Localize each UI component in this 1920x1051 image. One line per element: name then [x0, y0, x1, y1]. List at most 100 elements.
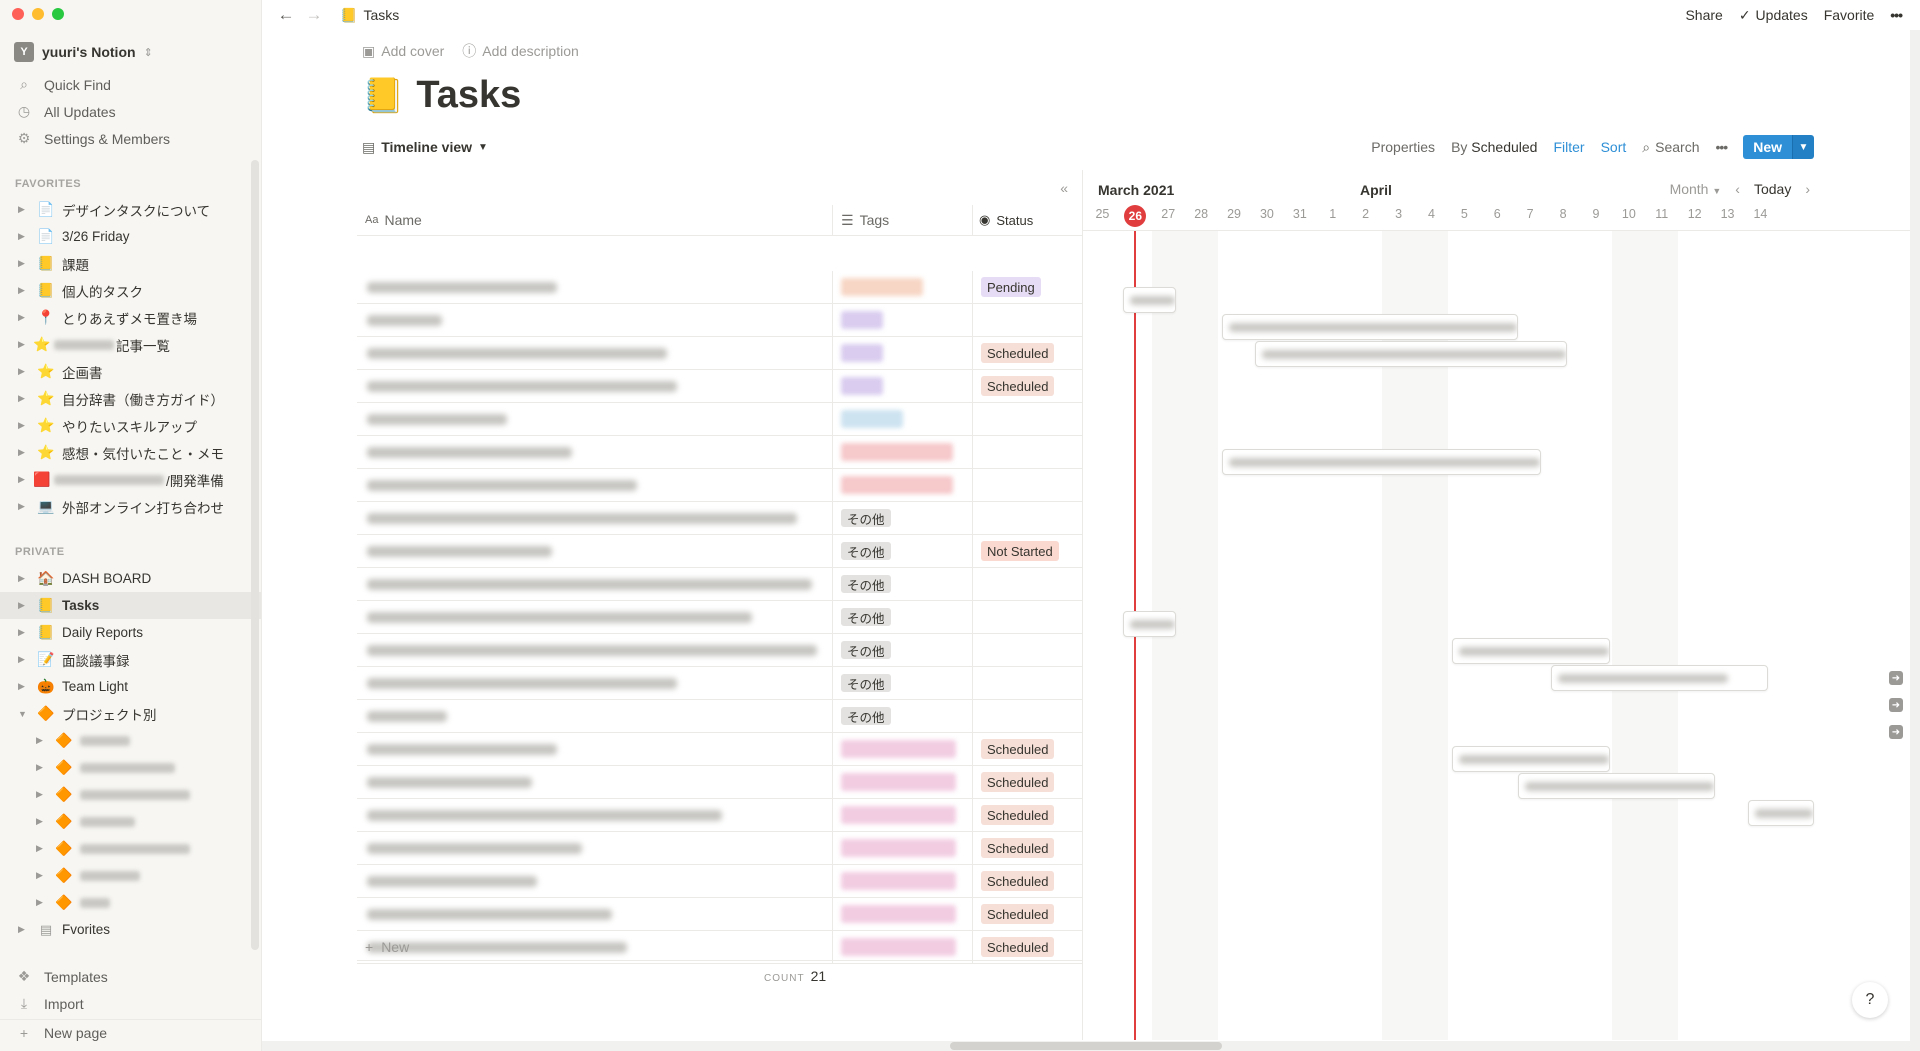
sidebar-scrollbar[interactable] — [251, 160, 259, 950]
cell-status[interactable]: Not Started — [973, 535, 1082, 568]
new-row-button[interactable]: + New — [357, 933, 1082, 961]
table-row[interactable]: Scheduled — [357, 765, 1082, 799]
cell-status[interactable] — [973, 601, 1082, 634]
cell-tags[interactable] — [833, 303, 973, 337]
cell-tags[interactable] — [833, 468, 973, 502]
cell-status[interactable]: Pending — [973, 271, 1082, 304]
sidebar-import-button[interactable]: ⤓ Import — [0, 990, 261, 1017]
caret-right-icon[interactable]: ▶ — [36, 870, 48, 881]
cell-name[interactable] — [357, 897, 833, 931]
caret-right-icon[interactable]: ▶ — [18, 654, 30, 665]
table-row[interactable]: Scheduled — [357, 897, 1082, 931]
column-header-status[interactable]: ◉ Status — [973, 205, 1082, 236]
sidebar-nav-all-updates[interactable]: ◷ All Updates — [0, 98, 261, 125]
caret-right-icon[interactable]: ▶ — [18, 474, 30, 485]
close-window-button[interactable] — [12, 8, 24, 20]
cell-name[interactable] — [357, 468, 833, 502]
table-row[interactable]: Scheduled — [357, 831, 1082, 865]
cell-status[interactable] — [973, 568, 1082, 601]
timeline-bar[interactable] — [1254, 341, 1568, 367]
cell-status[interactable] — [973, 469, 1082, 502]
sidebar-page-item[interactable]: ▶ 🔶 — [0, 889, 261, 916]
sidebar-page-item[interactable]: ▶ ⭐ 感想・気付いたこと・メモ — [0, 439, 261, 466]
table-row[interactable]: Pending — [357, 270, 1082, 304]
table-row[interactable]: その他 — [357, 666, 1082, 700]
table-row[interactable] — [357, 435, 1082, 469]
caret-down-icon[interactable]: ▼ — [18, 709, 30, 719]
sidebar-page-item[interactable]: ▶ 🏠 DASH BOARD — [0, 565, 261, 592]
timeline-bar[interactable] — [1451, 746, 1610, 772]
workspace-switcher[interactable]: Y yuuri's Notion ⇕ — [14, 40, 251, 64]
cell-tags[interactable]: その他 — [833, 600, 973, 634]
updates-button[interactable]: ✓ Updates — [1739, 7, 1808, 24]
page-emoji-icon[interactable]: 📒 — [362, 76, 404, 116]
table-row[interactable]: その他 — [357, 501, 1082, 535]
caret-right-icon[interactable]: ▶ — [18, 627, 30, 638]
caret-right-icon[interactable]: ▶ — [36, 762, 48, 773]
chevron-down-icon[interactable]: ▼ — [1792, 135, 1814, 159]
cell-name[interactable] — [357, 303, 833, 337]
caret-right-icon[interactable]: ▶ — [18, 258, 30, 269]
cell-status[interactable] — [973, 634, 1082, 667]
add-cover-button[interactable]: ▣ Add cover — [362, 43, 444, 60]
caret-right-icon[interactable]: ▶ — [18, 285, 30, 296]
sort-button[interactable]: Sort — [1601, 139, 1627, 155]
cell-status[interactable] — [973, 403, 1082, 436]
timeline-bar[interactable] — [1517, 773, 1716, 799]
caret-right-icon[interactable]: ▶ — [18, 573, 30, 584]
table-row[interactable]: その他 Not Started — [357, 534, 1082, 568]
timeline-bar[interactable] — [1122, 287, 1176, 313]
sidebar-page-item[interactable]: ▶ 📒 Tasks — [0, 592, 261, 619]
add-description-button[interactable]: ⓘ Add description — [462, 41, 579, 61]
sidebar-page-item[interactable]: ▶ 💻 外部オンライン打ち合わせ — [0, 493, 261, 520]
cell-tags[interactable]: その他 — [833, 534, 973, 568]
sidebar-nav-quick-find[interactable]: ⌕ Quick Find — [0, 71, 261, 98]
caret-right-icon[interactable]: ▶ — [18, 204, 30, 215]
cell-name[interactable] — [357, 435, 833, 469]
table-row[interactable]: Scheduled — [357, 864, 1082, 898]
caret-right-icon[interactable]: ▶ — [18, 366, 30, 377]
sidebar-page-item[interactable]: ▶ 📒 個人的タスク — [0, 277, 261, 304]
sidebar-page-item[interactable]: ▶ 🔶 — [0, 808, 261, 835]
cell-tags[interactable] — [833, 798, 973, 832]
caret-right-icon[interactable]: ▶ — [18, 393, 30, 404]
share-button[interactable]: Share — [1685, 7, 1722, 23]
cell-name[interactable] — [357, 600, 833, 634]
cell-status[interactable]: Scheduled — [973, 766, 1082, 799]
cell-name[interactable] — [357, 765, 833, 799]
minimize-window-button[interactable] — [32, 8, 44, 20]
sidebar-nav-settings-members[interactable]: ⚙ Settings & Members — [0, 125, 261, 152]
caret-right-icon[interactable]: ▶ — [36, 843, 48, 854]
breadcrumb[interactable]: 📒 Tasks — [340, 7, 399, 24]
cell-status[interactable] — [973, 502, 1082, 535]
table-row[interactable] — [357, 468, 1082, 502]
sidebar-page-item[interactable]: ▶ ⭐ やりたいスキルアップ — [0, 412, 261, 439]
cell-tags[interactable] — [833, 831, 973, 865]
cell-status[interactable]: Scheduled — [973, 865, 1082, 898]
cell-tags[interactable]: その他 — [833, 567, 973, 601]
sidebar-page-item[interactable]: ▶ ⭐ 企画書 — [0, 358, 261, 385]
sidebar-page-item[interactable]: ▶ 📒 Daily Reports — [0, 619, 261, 646]
cell-tags[interactable] — [833, 402, 973, 436]
timeline-bar[interactable] — [1221, 449, 1541, 475]
sidebar-page-item[interactable]: ▶ 🔶 — [0, 754, 261, 781]
new-record-button[interactable]: New — [1743, 135, 1792, 159]
cell-name[interactable] — [357, 402, 833, 436]
properties-button[interactable]: Properties — [1371, 139, 1435, 155]
table-row[interactable]: その他 — [357, 600, 1082, 634]
cell-status[interactable] — [973, 667, 1082, 700]
caret-right-icon[interactable]: ▶ — [18, 339, 30, 350]
sidebar-page-item[interactable]: ▶ ▤ Fvorites — [0, 916, 261, 943]
favorite-button[interactable]: Favorite — [1824, 7, 1875, 23]
caret-right-icon[interactable]: ▶ — [18, 681, 30, 692]
sidebar-page-item[interactable]: ▶ 🔶 — [0, 862, 261, 889]
cell-name[interactable] — [357, 798, 833, 832]
timeline-scale-select[interactable]: Month ▼ — [1670, 181, 1722, 197]
collapse-table-icon[interactable]: « — [1060, 180, 1068, 196]
column-header-name[interactable]: Aa Name — [357, 204, 833, 236]
cell-tags[interactable] — [833, 435, 973, 469]
cell-tags[interactable]: その他 — [833, 699, 973, 733]
previous-period-icon[interactable]: ‹ — [1735, 181, 1740, 197]
table-row[interactable]: Scheduled — [357, 798, 1082, 832]
cell-name[interactable] — [357, 633, 833, 667]
